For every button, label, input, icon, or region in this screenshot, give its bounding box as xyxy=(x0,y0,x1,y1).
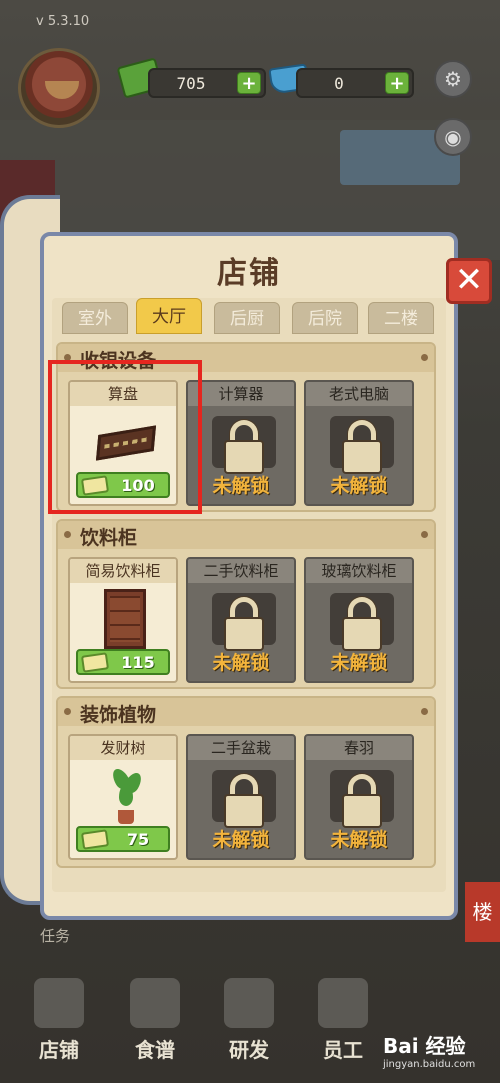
dot-decoration xyxy=(421,531,428,538)
shop-icon xyxy=(34,978,84,1028)
cash-icon xyxy=(80,829,110,850)
nav-label: 食谱 xyxy=(135,1038,175,1062)
lock-icon xyxy=(224,617,264,651)
locked-label: 未解锁 xyxy=(330,652,388,674)
tab-hall[interactable]: 大厅 xyxy=(136,298,202,334)
tab-second-floor[interactable]: 二楼 xyxy=(368,302,434,334)
cash-value: 705 xyxy=(176,74,206,93)
lock-icon xyxy=(224,794,264,828)
item-name: 玻璃饮料柜 xyxy=(306,559,412,583)
dot-decoration xyxy=(64,708,71,715)
task-label[interactable]: 任务 xyxy=(40,925,70,946)
item-price: 115 xyxy=(121,653,155,672)
buy-button[interactable]: 115 xyxy=(76,649,170,675)
item-price: 75 xyxy=(126,830,150,849)
item-card-glass-drink-cabinet[interactable]: 玻璃饮料柜 未解锁 xyxy=(304,557,414,683)
item-card-simple-drink-cabinet[interactable]: 简易饮料柜 115 xyxy=(68,557,178,683)
baidu-watermark: Bai 经验 jingyan.baidu.com xyxy=(383,1030,493,1080)
drink-cabinet-icon xyxy=(104,589,146,649)
lock-icon xyxy=(224,440,264,474)
category-tabs: 室外 大厅 后厨 后院 二楼 xyxy=(62,298,436,334)
item-name: 二手盆栽 xyxy=(188,736,294,760)
locked-label: 未解锁 xyxy=(212,829,270,851)
item-name: 老式电脑 xyxy=(306,382,412,406)
shop-level-badge[interactable] xyxy=(18,48,100,128)
nav-label: 店铺 xyxy=(39,1038,79,1062)
watermark-url: jingyan.baidu.com xyxy=(383,1059,476,1070)
item-name: 二手饮料柜 xyxy=(188,559,294,583)
settings-button[interactable]: ⚙ xyxy=(434,60,472,98)
lock-icon xyxy=(342,440,382,474)
nav-label: 员工 xyxy=(323,1038,363,1062)
close-button[interactable]: ✕ xyxy=(446,258,492,304)
item-card-used-drink-cabinet[interactable]: 二手饮料柜 未解锁 xyxy=(186,557,296,683)
camera-button[interactable]: ◉ xyxy=(434,118,472,156)
item-card-calculator[interactable]: 计算器 未解锁 xyxy=(186,380,296,506)
locked-label: 未解锁 xyxy=(212,475,270,497)
dot-decoration xyxy=(421,708,428,715)
item-name: 简易饮料柜 xyxy=(70,559,176,583)
staff-icon xyxy=(318,978,368,1028)
camera-icon: ◉ xyxy=(444,125,462,149)
nav-research[interactable]: 研发 xyxy=(204,960,294,1083)
nav-shop[interactable]: 店铺 xyxy=(14,960,104,1083)
plant-icon xyxy=(109,765,145,824)
item-name: 计算器 xyxy=(188,382,294,406)
locked-label: 未解锁 xyxy=(212,652,270,674)
gem-value: 0 xyxy=(334,74,344,93)
gem-counter: 0 + xyxy=(296,68,414,98)
lock-icon xyxy=(342,794,382,828)
gear-icon: ⚙ xyxy=(444,67,462,91)
cash-icon xyxy=(80,652,110,673)
bowl-icon xyxy=(45,81,79,99)
watermark-brand: Bai 经验 xyxy=(383,1034,466,1058)
nav-recipes[interactable]: 食谱 xyxy=(110,960,200,1083)
recipe-book-icon xyxy=(130,978,180,1028)
category-title: 装饰植物 xyxy=(80,704,157,726)
item-card-money-tree[interactable]: 发财树 75 xyxy=(68,734,178,860)
add-cash-button[interactable]: + xyxy=(237,72,261,94)
dot-decoration xyxy=(64,531,71,538)
tab-backyard[interactable]: 后院 xyxy=(292,302,358,334)
category-title: 饮料柜 xyxy=(80,527,138,549)
version-label: v 5.3.10 xyxy=(36,14,90,29)
panel-title: 店铺 xyxy=(217,256,281,291)
buy-button[interactable]: 75 xyxy=(76,826,170,852)
item-card-used-potted-plant[interactable]: 二手盆栽 未解锁 xyxy=(186,734,296,860)
lock-icon xyxy=(342,617,382,651)
highlight-box xyxy=(48,360,202,514)
locked-label: 未解锁 xyxy=(330,829,388,851)
item-card-philodendron[interactable]: 春羽 未解锁 xyxy=(304,734,414,860)
locked-label: 未解锁 xyxy=(330,475,388,497)
item-card-old-computer[interactable]: 老式电脑 未解锁 xyxy=(304,380,414,506)
add-gem-button[interactable]: + xyxy=(385,72,409,94)
nav-staff[interactable]: 员工 xyxy=(298,960,388,1083)
close-icon: ✕ xyxy=(454,260,484,300)
tab-outdoor[interactable]: 室外 xyxy=(62,302,128,334)
cooking-pot-icon xyxy=(224,978,274,1028)
dot-decoration xyxy=(421,354,428,361)
item-name: 发财树 xyxy=(70,736,176,760)
floor-side-tab[interactable]: 楼 xyxy=(465,882,500,942)
cash-counter: 705 + xyxy=(148,68,266,98)
nav-label: 研发 xyxy=(229,1038,269,1062)
tab-kitchen[interactable]: 后厨 xyxy=(214,302,280,334)
item-name: 春羽 xyxy=(306,736,412,760)
